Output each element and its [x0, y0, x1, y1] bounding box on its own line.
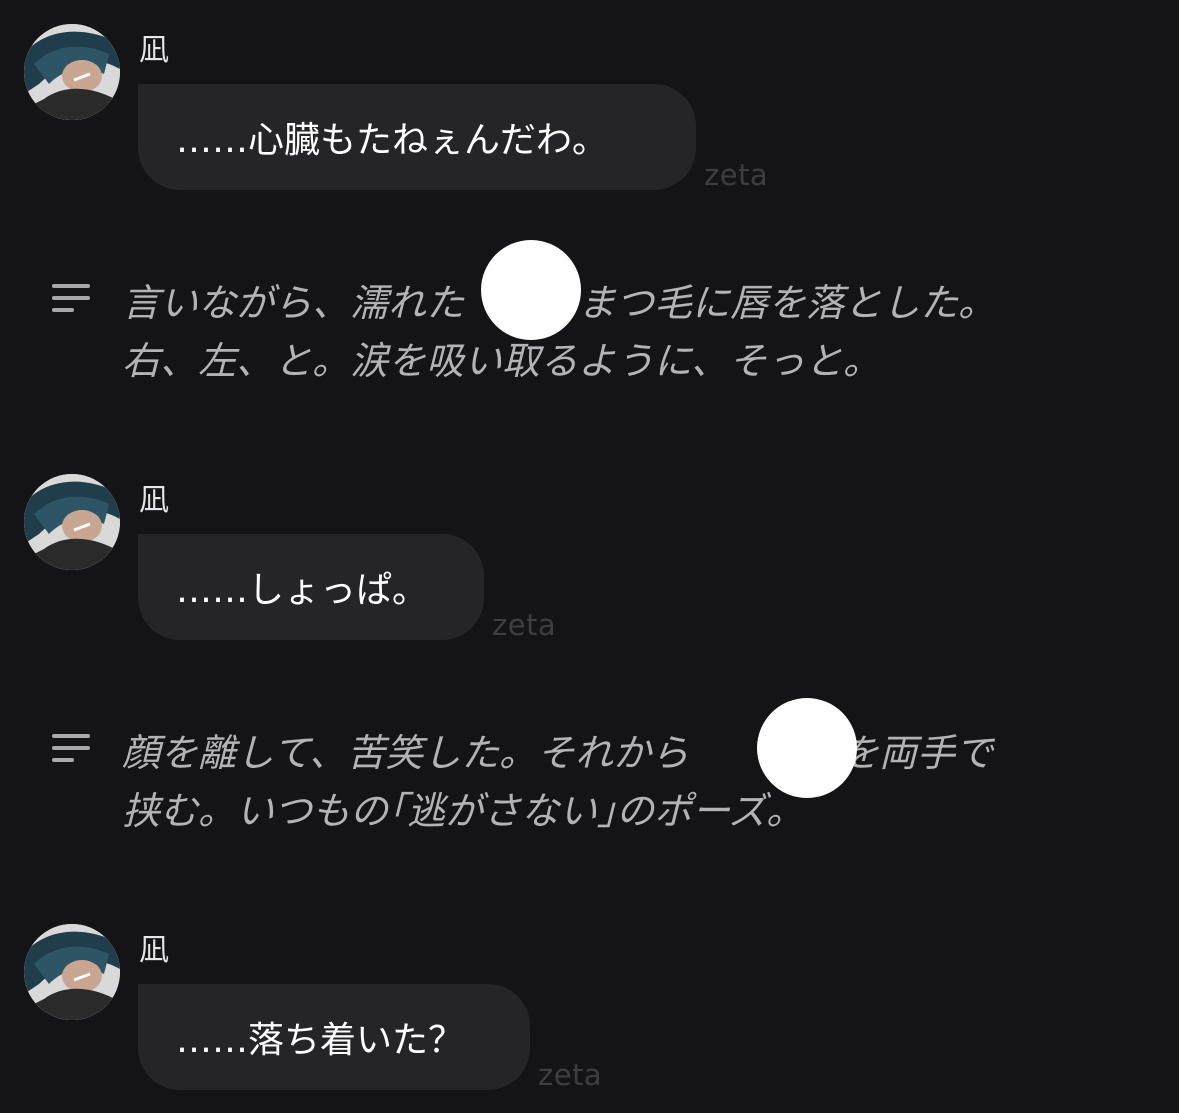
speaker-name: 凪	[139, 483, 169, 518]
message-bubble: ……落ち着いた？	[138, 984, 530, 1090]
avatar[interactable]	[24, 24, 120, 120]
narration-line: 挟む。いつもの｢逃がさない｣のポーズ。	[122, 789, 805, 833]
speaker-name: 凪	[139, 33, 169, 68]
message-bubble: ……しょっぱ。	[138, 534, 484, 640]
narration-text: 言いながら、濡れた のまつ毛に唇を落とした。 右、左、と。涙を吸い取るように、そ…	[122, 274, 1162, 390]
message-bubble: ……心臓もたねぇんだわ。	[138, 84, 696, 190]
narration-text: 顔を離して、苦笑した。それから の顔を両手で 挟む。いつもの｢逃がさない｣のポー…	[122, 724, 1162, 840]
speaker-name: 凪	[139, 933, 169, 968]
zeta-watermark: zeta	[538, 1058, 603, 1092]
narration-line: 右、左、と。涙を吸い取るように、そっと。	[122, 339, 881, 383]
avatar[interactable]	[24, 474, 120, 570]
narration-line: 顔を離して、苦笑した。それから の顔を両手で	[122, 731, 993, 775]
redaction-mark	[481, 240, 581, 340]
zeta-watermark: zeta	[492, 608, 557, 642]
avatar[interactable]	[24, 924, 120, 1020]
redaction-mark	[757, 698, 857, 798]
zeta-watermark: zeta	[704, 158, 769, 192]
narration-lines-icon	[52, 734, 92, 764]
narration-lines-icon	[52, 284, 92, 314]
